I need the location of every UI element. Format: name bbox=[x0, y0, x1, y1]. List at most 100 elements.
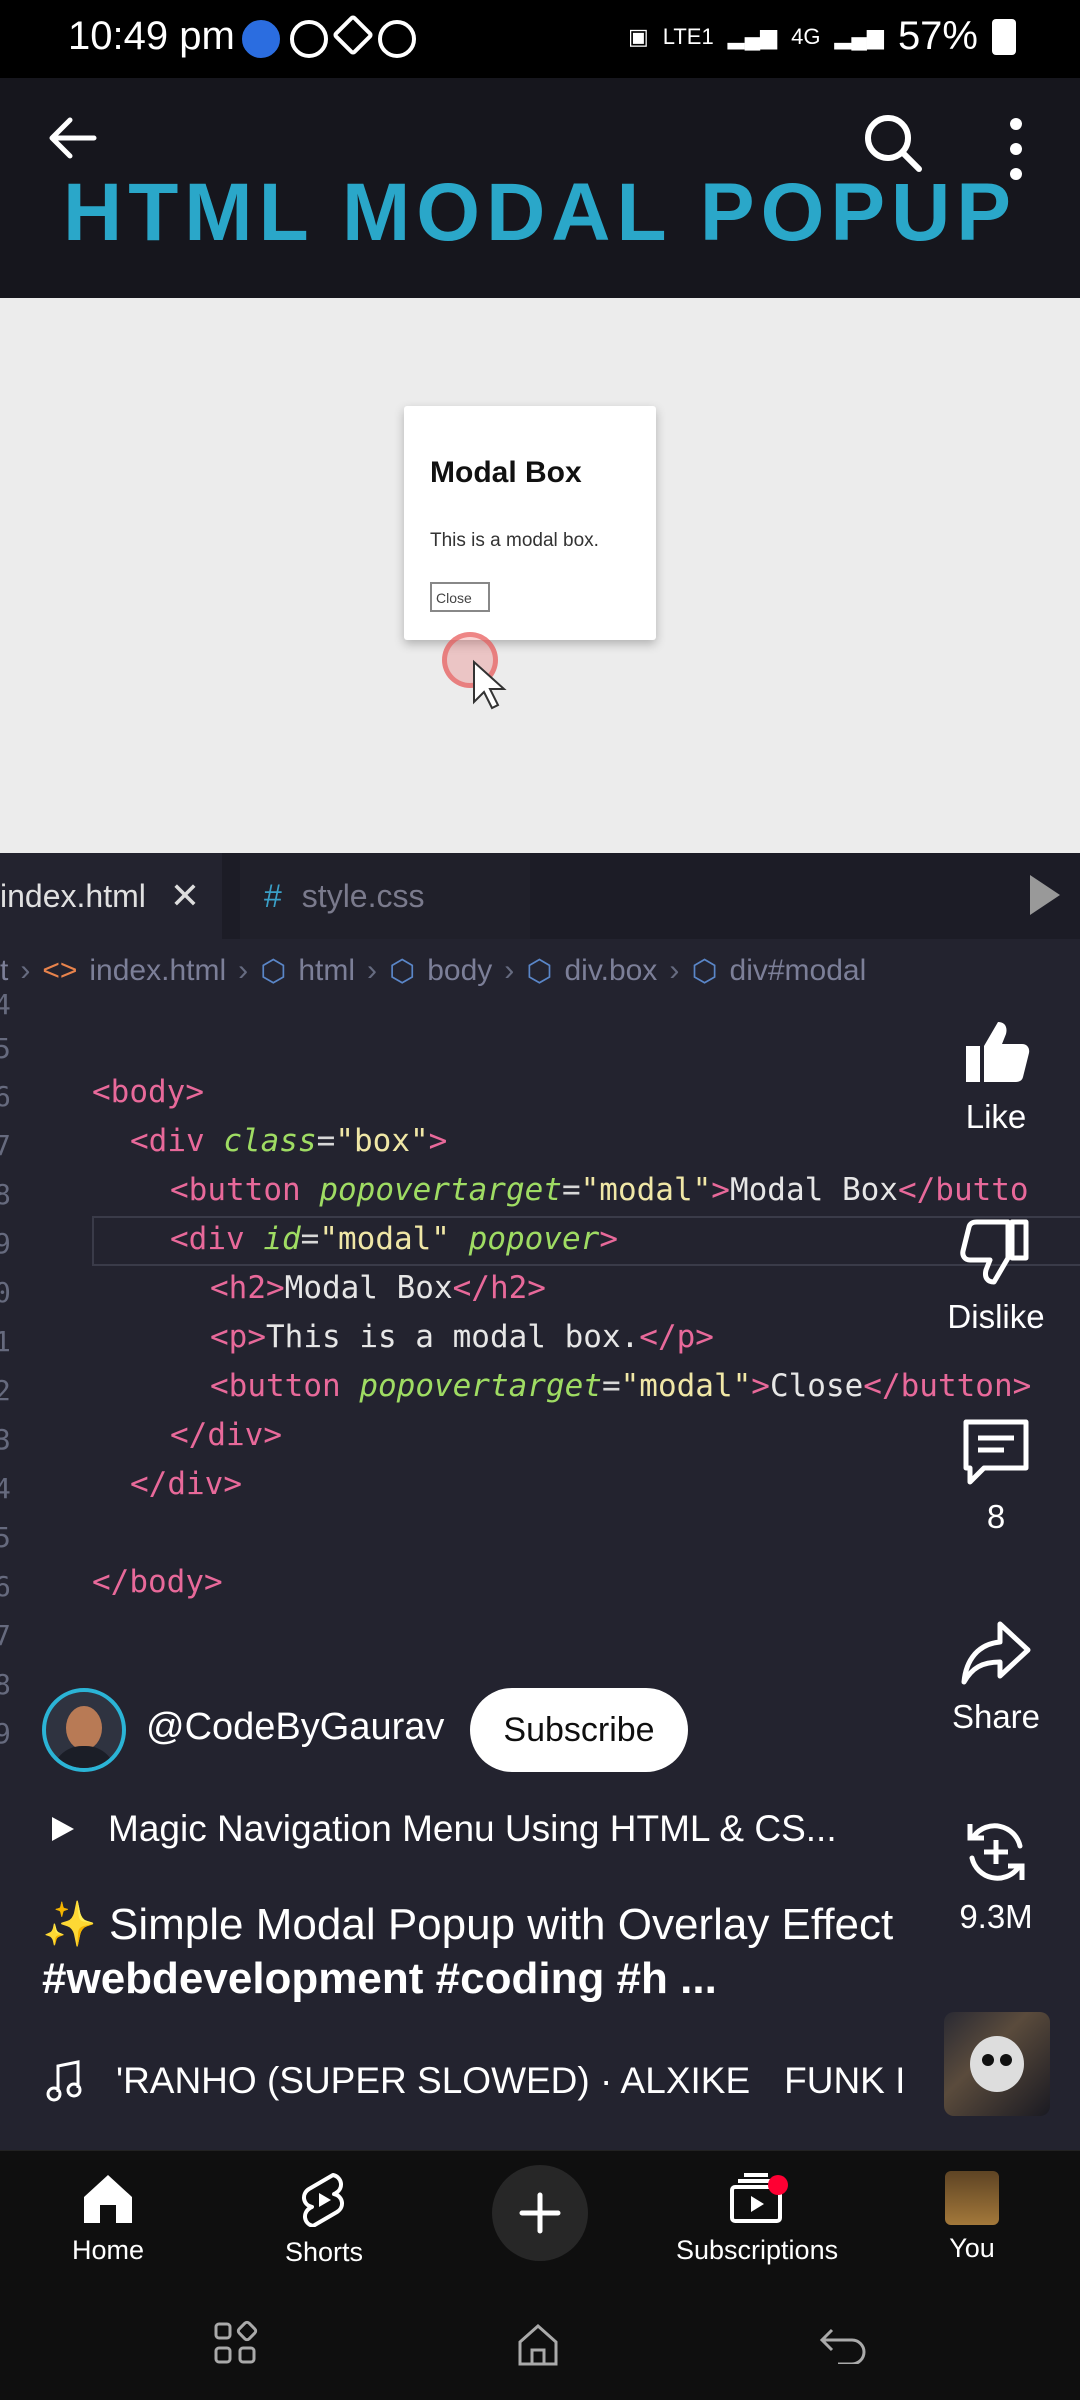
cube-icon: ⬡ bbox=[691, 954, 718, 988]
editor-tab-bar: index.html ✕ # style.css bbox=[0, 853, 1080, 939]
music-track: 'RANHO (SUPER SLOWED) · ALXIKE bbox=[116, 2060, 751, 2101]
status-time: 10:49 pm bbox=[68, 14, 235, 58]
search-icon bbox=[865, 115, 922, 172]
line-number: 8 bbox=[0, 1668, 11, 1701]
signal-icon-2: ▂▄▆ bbox=[834, 23, 884, 49]
code-line: <div id="modal" popover> bbox=[170, 1221, 618, 1257]
line-number: 6 bbox=[0, 1570, 11, 1603]
video-overlay-title: HTML MODAL POPUP bbox=[63, 167, 1017, 258]
app-notification-icon bbox=[242, 20, 280, 58]
code-line: <div class="box"> bbox=[130, 1123, 448, 1159]
signal-app-icon bbox=[378, 20, 416, 58]
line-number: 4 bbox=[0, 1472, 11, 1505]
more-options-button[interactable] bbox=[990, 114, 1042, 184]
sparkles-icon: ✨ bbox=[42, 1900, 97, 1949]
share-button[interactable]: Share bbox=[936, 1616, 1056, 1736]
line-number: 7 bbox=[0, 1129, 11, 1162]
breadcrumb-item[interactable]: html bbox=[298, 954, 355, 988]
breadcrumb-item[interactable]: div#modal bbox=[730, 954, 867, 988]
demo-close-button: Close bbox=[430, 582, 490, 612]
share-icon bbox=[961, 1621, 1031, 1685]
music-next: FUNK I bbox=[784, 2060, 906, 2101]
close-icon[interactable]: ✕ bbox=[170, 875, 200, 917]
channel-handle[interactable]: @CodeByGaurav bbox=[146, 1706, 444, 1749]
line-number: 3 bbox=[0, 1423, 11, 1456]
demo-modal-heading: Modal Box bbox=[430, 456, 582, 489]
channel-avatar[interactable] bbox=[42, 1688, 126, 1772]
dislike-label: Dislike bbox=[947, 1298, 1045, 1335]
demo-modal-text: This is a modal box. bbox=[430, 530, 599, 551]
home-system-icon[interactable] bbox=[514, 2320, 562, 2368]
chevron-right-icon: › bbox=[504, 954, 515, 987]
nav-you-label: You bbox=[949, 2233, 995, 2263]
code-line: <h2>Modal Box</h2> bbox=[210, 1270, 546, 1306]
arrow-left-icon bbox=[49, 117, 97, 159]
code-line: <p>This is a modal box.</p> bbox=[210, 1319, 714, 1355]
line-number: 2 bbox=[0, 1374, 11, 1407]
line-number: 6 bbox=[0, 1080, 11, 1113]
network-gen-label: 4G bbox=[791, 23, 821, 49]
thumbs-down-icon bbox=[960, 1219, 1029, 1285]
breadcrumb: t › <> index.html › ⬡ html › ⬡ body › ⬡ … bbox=[0, 939, 1080, 1003]
dislike-button[interactable]: Dislike bbox=[936, 1216, 1056, 1336]
code-line: </body> bbox=[92, 1564, 223, 1600]
nav-shorts-label: Shorts bbox=[284, 2237, 364, 2267]
subscribe-button[interactable]: Subscribe bbox=[470, 1688, 688, 1772]
line-number: 1 bbox=[0, 1325, 11, 1358]
battery-percent: 57% bbox=[897, 14, 978, 58]
run-icon[interactable] bbox=[1030, 875, 1060, 915]
tab-style-css[interactable]: # style.css bbox=[240, 853, 530, 939]
music-thumbnail[interactable] bbox=[944, 2012, 1050, 2116]
video-player[interactable]: HTML MODAL POPUP Modal Box This is a mod… bbox=[0, 78, 1080, 853]
tab-index-html[interactable]: index.html ✕ bbox=[0, 853, 222, 939]
bottom-navigation: Home Shorts Subscriptions You bbox=[0, 2150, 1080, 2300]
like-button[interactable]: Like bbox=[936, 1016, 1056, 1136]
signal-icon: ▂▄▆ bbox=[727, 23, 778, 49]
comments-button[interactable]: 8 bbox=[936, 1416, 1056, 1536]
search-button[interactable] bbox=[858, 108, 928, 178]
code-line: <button popovertarget="modal">Modal Box<… bbox=[170, 1172, 1029, 1208]
html-tag-icon: <> bbox=[42, 954, 78, 987]
video-description[interactable]: ✨ Simple Modal Popup with Overlay Effect… bbox=[42, 1898, 922, 2006]
description-hashtags[interactable]: #webdevelopment #coding #h ... bbox=[42, 1954, 717, 2003]
network-label: LTE1 bbox=[662, 23, 714, 49]
recent-apps-icon[interactable] bbox=[212, 2320, 258, 2366]
code-line: <button popovertarget="modal">Close</but… bbox=[210, 1368, 1032, 1404]
breadcrumb-item[interactable]: div.box bbox=[564, 954, 657, 988]
comments-count: 8 bbox=[986, 1498, 1006, 1535]
chevron-right-icon: › bbox=[367, 954, 378, 987]
notification-dot bbox=[768, 2175, 788, 2195]
back-system-icon[interactable] bbox=[818, 2324, 868, 2364]
whatsapp-icon bbox=[290, 20, 328, 58]
back-button[interactable] bbox=[44, 108, 104, 168]
comment-icon bbox=[963, 1419, 1029, 1485]
line-number: 8 bbox=[0, 1178, 11, 1211]
system-navigation-bar bbox=[0, 2300, 1080, 2400]
cube-icon: ⬡ bbox=[526, 954, 553, 988]
more-vertical-icon bbox=[1010, 118, 1022, 180]
line-number: 5 bbox=[0, 1032, 11, 1065]
breadcrumb-item[interactable]: index.html bbox=[89, 954, 226, 988]
line-number: 9 bbox=[0, 1717, 11, 1750]
nav-you[interactable]: You bbox=[892, 2171, 1052, 2264]
nav-subscriptions[interactable]: Subscriptions bbox=[676, 2171, 839, 2266]
nav-home[interactable]: Home bbox=[28, 2171, 188, 2266]
nav-subscriptions-label: Subscriptions bbox=[676, 2235, 839, 2265]
code-line: <body> bbox=[92, 1074, 204, 1110]
sim-icon: ▣ bbox=[627, 23, 649, 49]
breadcrumb-item[interactable]: body bbox=[427, 954, 492, 988]
css-file-icon: # bbox=[264, 877, 282, 914]
user-avatar bbox=[945, 2171, 999, 2225]
description-text: Simple Modal Popup with Overlay Effect bbox=[109, 1900, 894, 1949]
remix-button[interactable]: 9.3M bbox=[936, 1816, 1056, 1936]
home-icon bbox=[84, 2175, 132, 2223]
playlist-link[interactable]: Magic Navigation Menu Using HTML & CS... bbox=[50, 1808, 837, 1850]
line-number: 0 bbox=[0, 1276, 11, 1309]
play-icon bbox=[52, 1817, 74, 1841]
nav-shorts[interactable]: Shorts bbox=[244, 2171, 404, 2268]
create-button[interactable] bbox=[492, 2165, 588, 2261]
plus-icon bbox=[519, 2192, 561, 2234]
tab-label: style.css bbox=[301, 877, 425, 914]
music-note-icon bbox=[46, 2060, 82, 2102]
music-row[interactable]: 'RANHO (SUPER SLOWED) · ALXIKE FUNK I bbox=[46, 2060, 916, 2102]
